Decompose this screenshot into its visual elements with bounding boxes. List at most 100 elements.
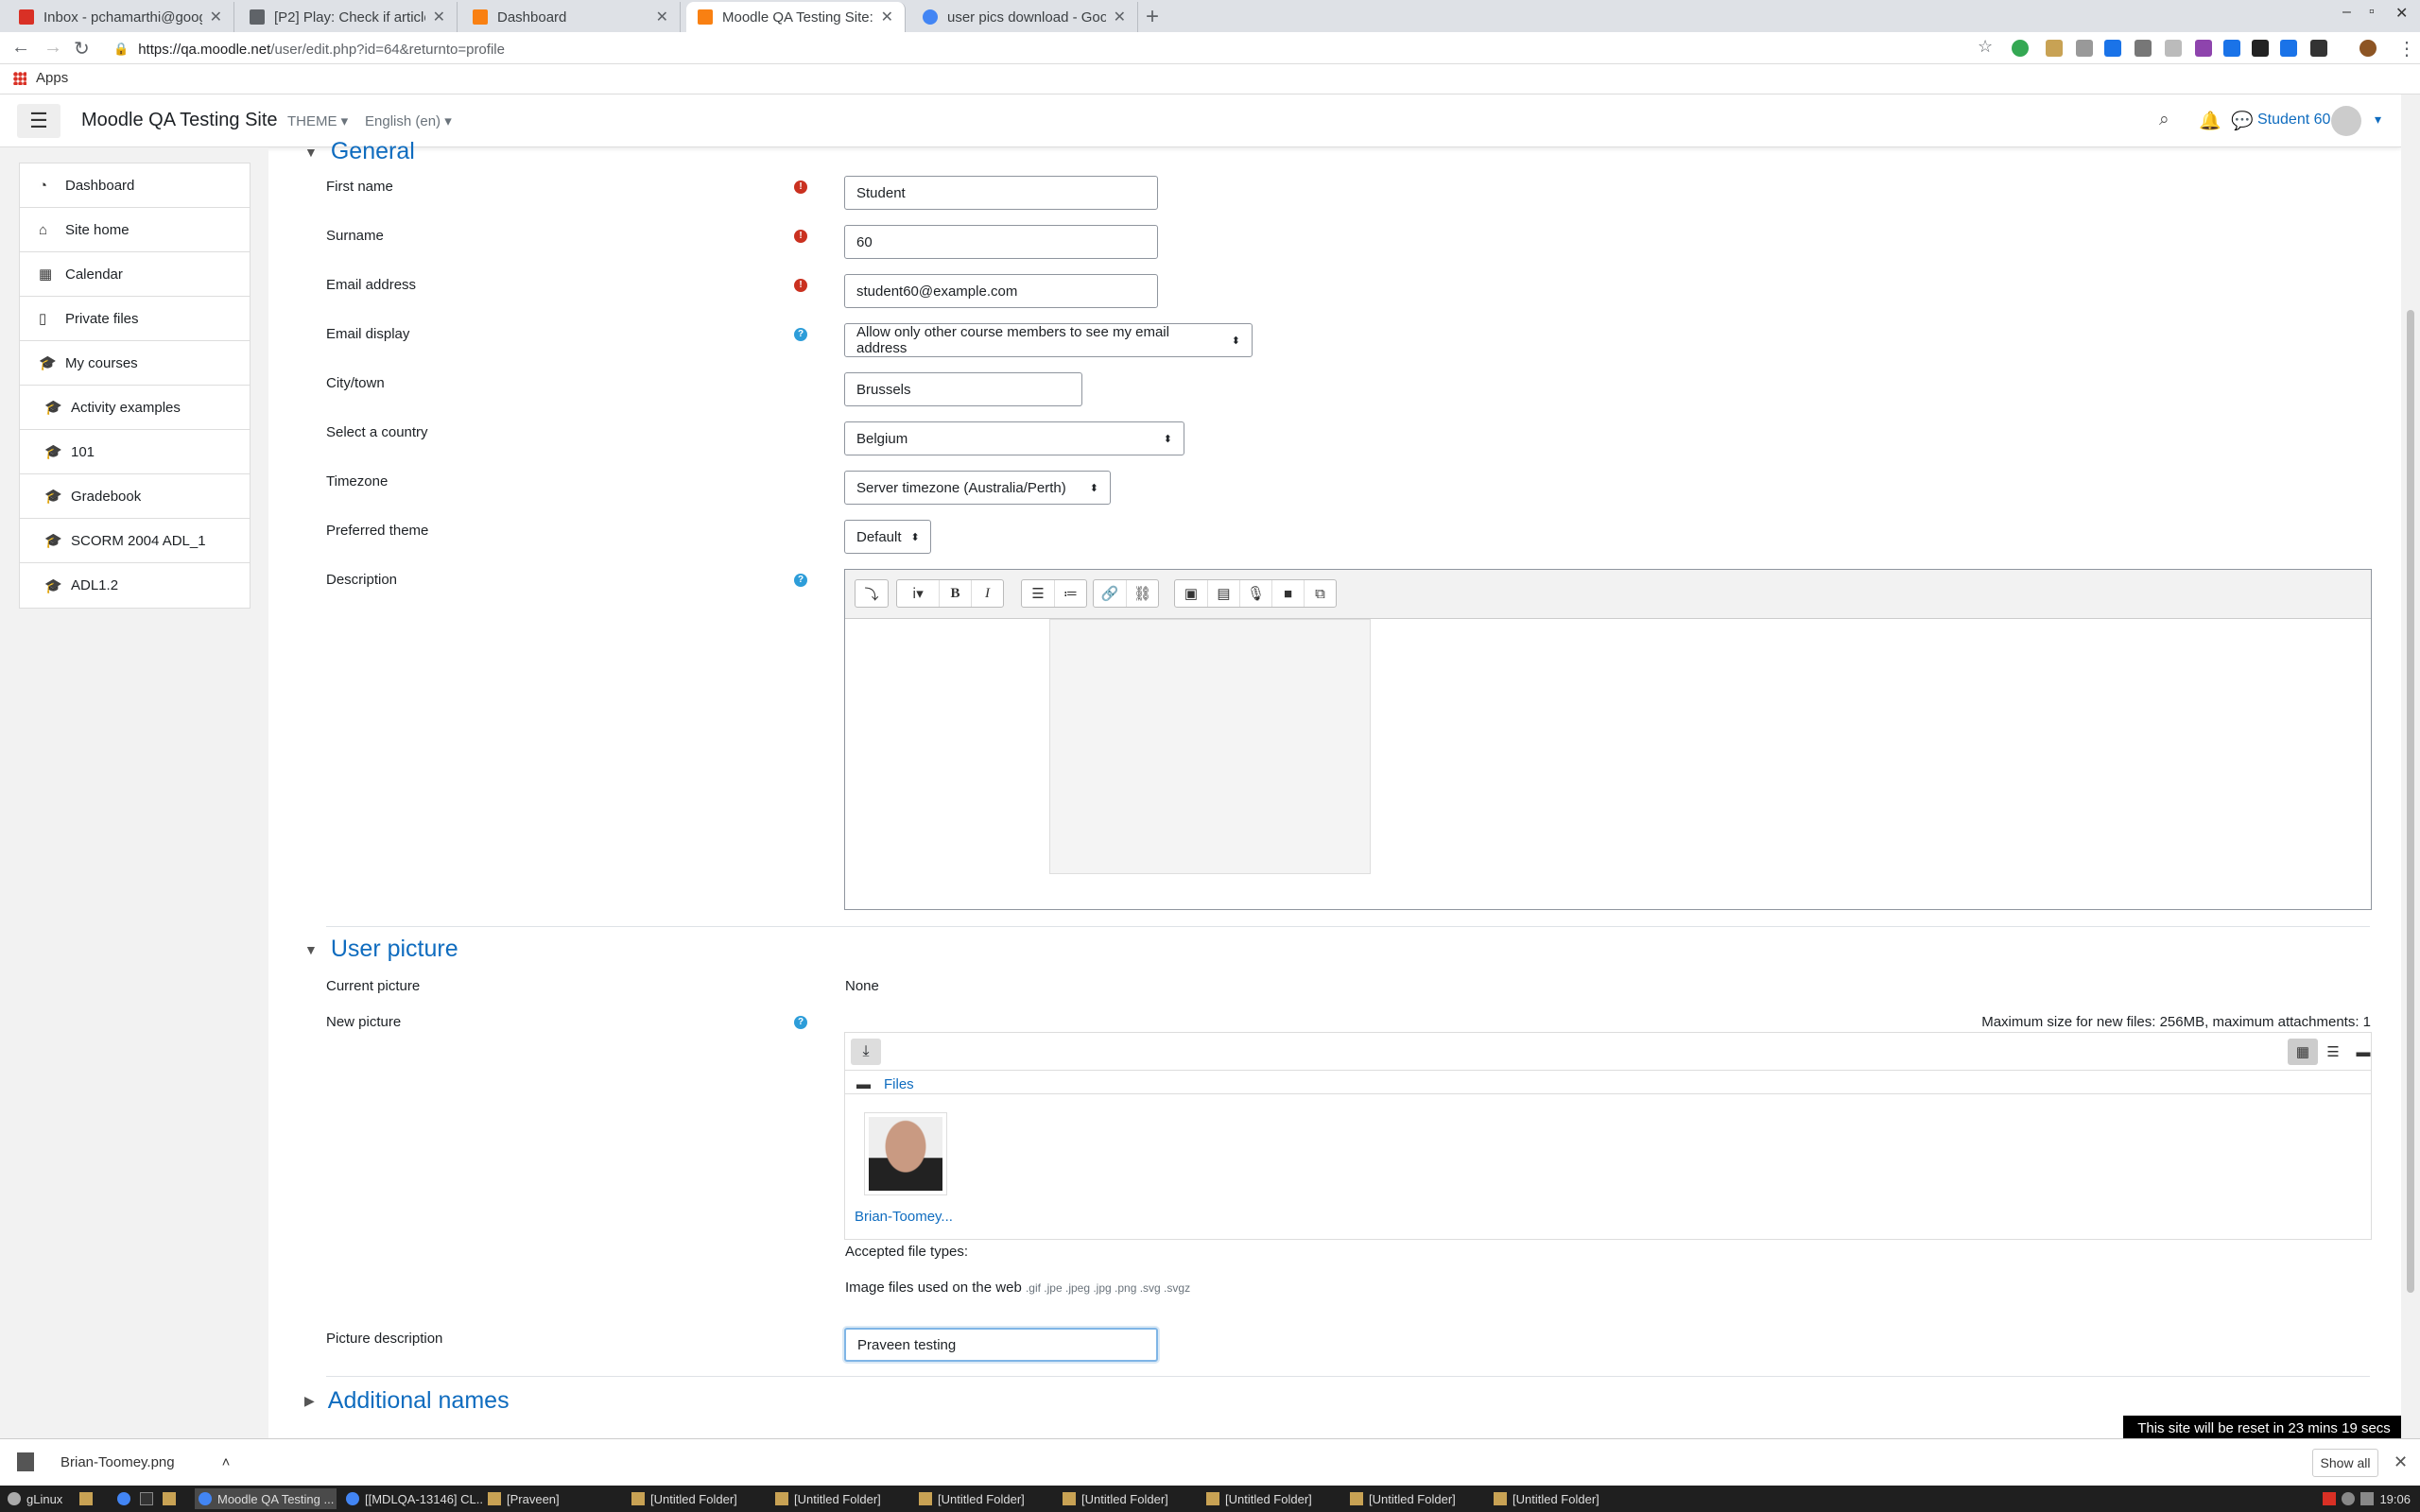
extension-icon[interactable] <box>2076 40 2093 57</box>
site-name[interactable]: Moodle QA Testing Site <box>81 110 278 131</box>
tab-google-search[interactable]: user pics download - Google Search ✕ <box>911 2 1138 32</box>
close-tab-icon[interactable]: ✕ <box>433 8 445 26</box>
help-icon[interactable]: ? <box>794 328 807 341</box>
taskbar-window[interactable]: [Untitled Folder] <box>915 1488 1055 1509</box>
chevron-up-icon[interactable]: ˄ <box>222 1454 231 1470</box>
taskbar-window[interactable]: [Untitled Folder] <box>1202 1488 1342 1509</box>
system-tray[interactable]: 19:06 <box>2288 1488 2416 1509</box>
sidebar-item-course[interactable]: 🎓 Gradebook <box>20 474 250 519</box>
back-icon[interactable]: ← <box>11 37 30 59</box>
tab-gmail[interactable]: Inbox - pchamarthi@google.com ✕ <box>8 2 234 32</box>
sidebar-item-private-files[interactable]: ▯ Private files <box>20 297 250 341</box>
scrollbar-thumb[interactable] <box>2407 310 2414 1293</box>
file-name-link[interactable]: Brian-Toomey... <box>855 1209 953 1225</box>
profile-avatar-icon[interactable] <box>2360 40 2377 57</box>
language-menu[interactable]: English (en) ▾ <box>365 112 452 129</box>
extension-icon[interactable] <box>2104 40 2121 57</box>
theme-menu[interactable]: THEME ▾ <box>287 112 348 129</box>
bookmark-star-icon[interactable]: ☆ <box>1978 37 1993 57</box>
bold-icon[interactable]: B <box>939 580 971 607</box>
sidebar-item-calendar[interactable]: ▦ Calendar <box>20 252 250 297</box>
extension-icon[interactable] <box>2012 40 2029 57</box>
extension-icon[interactable] <box>2135 40 2152 57</box>
search-icon[interactable]: ⌕ <box>2159 110 2169 130</box>
sidebar-item-site-home[interactable]: ⌂ Site home <box>20 208 250 252</box>
taskbar-window[interactable]: [Praveen] <box>484 1488 624 1509</box>
sidebar-item-course[interactable]: 🎓 Activity examples <box>20 386 250 430</box>
folder-launcher[interactable] <box>76 1488 98 1509</box>
files-path[interactable]: ▬ Files <box>856 1076 914 1092</box>
theme-select[interactable]: Default ⬍ <box>844 520 931 554</box>
close-icon[interactable]: ✕ <box>2394 1452 2408 1472</box>
section-additional-names-legend[interactable]: ▶ Additional names <box>304 1387 510 1415</box>
files-launcher[interactable] <box>159 1488 182 1509</box>
new-tab-icon[interactable]: + <box>1146 4 1159 30</box>
taskbar-window[interactable]: [Untitled Folder] <box>628 1488 768 1509</box>
close-window-icon[interactable]: ✕ <box>2395 4 2408 23</box>
tab-edit-profile[interactable]: Moodle QA Testing Site: Edit profile ✕ <box>686 2 906 32</box>
record-audio-icon[interactable]: 🎙 <box>1239 580 1271 607</box>
taskbar-window[interactable]: Moodle QA Testing ... <box>195 1488 337 1509</box>
sidebar-item-dashboard[interactable]: ◔ Dashboard <box>20 163 250 208</box>
help-icon[interactable]: ? <box>794 574 807 587</box>
upload-button[interactable]: ⤓ <box>851 1039 881 1065</box>
list-view-icon[interactable]: ☰ <box>2318 1039 2348 1065</box>
scrollbar[interactable] <box>2401 94 2420 1438</box>
taskbar-window[interactable]: [Untitled Folder] <box>1059 1488 1199 1509</box>
sidebar-item-my-courses[interactable]: 🎓 My courses <box>20 341 250 386</box>
reload-icon[interactable]: ↻ <box>74 37 90 60</box>
sidebar-item-course[interactable]: 🎓 ADL1.2 <box>20 563 250 608</box>
tab-dashboard[interactable]: Dashboard ✕ <box>461 2 681 32</box>
extension-icon[interactable] <box>2195 40 2212 57</box>
extension-icon[interactable] <box>2280 40 2297 57</box>
apps-bookmark[interactable]: Apps <box>13 70 68 86</box>
unlink-icon[interactable]: ⛓ <box>1126 580 1158 607</box>
hamburger-menu-button[interactable]: ☰ <box>17 104 60 138</box>
toolbar-toggle-icon[interactable]: ⤵ <box>856 580 888 607</box>
country-select[interactable]: Belgium ⬍ <box>844 421 1184 455</box>
unordered-list-icon[interactable]: ☰ <box>1022 580 1054 607</box>
email-display-select[interactable]: Allow only other course members to see m… <box>844 323 1253 357</box>
extension-icon[interactable] <box>2310 40 2327 57</box>
image-icon[interactable]: ▣ <box>1175 580 1207 607</box>
taskbar-window[interactable]: [Untitled Folder] <box>1346 1488 1486 1509</box>
close-tab-icon[interactable]: ✕ <box>210 8 222 26</box>
close-tab-icon[interactable]: ✕ <box>1114 8 1126 26</box>
terminal-launcher[interactable] <box>136 1488 159 1509</box>
messages-icon[interactable]: 💬 <box>2231 110 2254 132</box>
notification-bell-icon[interactable]: 🔔 <box>2199 110 2221 132</box>
taskbar-window[interactable]: [Untitled Folder] <box>771 1488 911 1509</box>
user-menu[interactable]: Student 60 <box>2257 112 2330 129</box>
manage-files-icon[interactable]: ⧉ <box>1304 580 1336 607</box>
section-general-legend[interactable]: ▼ General <box>304 138 415 165</box>
start-menu[interactable]: gLinux <box>4 1488 70 1509</box>
url-field[interactable]: 🔒 https://qa.moodle.net/user/edit.php?id… <box>113 38 1985 60</box>
help-icon[interactable]: ? <box>794 1016 807 1029</box>
tree-view-icon[interactable]: ▬ <box>2348 1039 2378 1065</box>
avatar[interactable] <box>2331 106 2361 136</box>
minimize-icon[interactable]: ‒ <box>2342 4 2351 21</box>
media-icon[interactable]: ▤ <box>1207 580 1239 607</box>
forward-icon[interactable]: → <box>43 37 62 59</box>
sidebar-item-course[interactable]: 🎓 SCORM 2004 ADL_1 <box>20 519 250 563</box>
file-thumbnail[interactable] <box>864 1112 947 1195</box>
email-field[interactable]: student60@example.com <box>844 274 1158 308</box>
surname-field[interactable]: 60 <box>844 225 1158 259</box>
tab-bug[interactable]: [P2] Play: Check if article opens ✕ <box>238 2 458 32</box>
sidebar-item-course[interactable]: 🎓 101 <box>20 430 250 474</box>
close-tab-icon[interactable]: ✕ <box>656 8 668 26</box>
browser-menu-icon[interactable]: ⋮ <box>2397 37 2416 60</box>
taskbar-window[interactable]: [[MDLQA-13146] CL... <box>342 1488 482 1509</box>
taskbar-window[interactable]: [Untitled Folder] <box>1490 1488 1630 1509</box>
extension-icon[interactable] <box>2165 40 2182 57</box>
download-item[interactable]: Brian-Toomey.png ˄ <box>17 1452 230 1471</box>
italic-icon[interactable]: I <box>971 580 1003 607</box>
extension-icon[interactable] <box>2252 40 2269 57</box>
paragraph-style-icon[interactable]: ⅰ▾ <box>897 580 939 607</box>
extension-icon[interactable] <box>2223 40 2240 57</box>
chrome-launcher[interactable] <box>113 1488 136 1509</box>
timezone-select[interactable]: Server timezone (Australia/Perth) ⬍ <box>844 471 1111 505</box>
extension-icon[interactable] <box>2046 40 2063 57</box>
record-video-icon[interactable]: ■ <box>1271 580 1304 607</box>
section-user-picture-legend[interactable]: ▼ User picture <box>304 936 458 963</box>
